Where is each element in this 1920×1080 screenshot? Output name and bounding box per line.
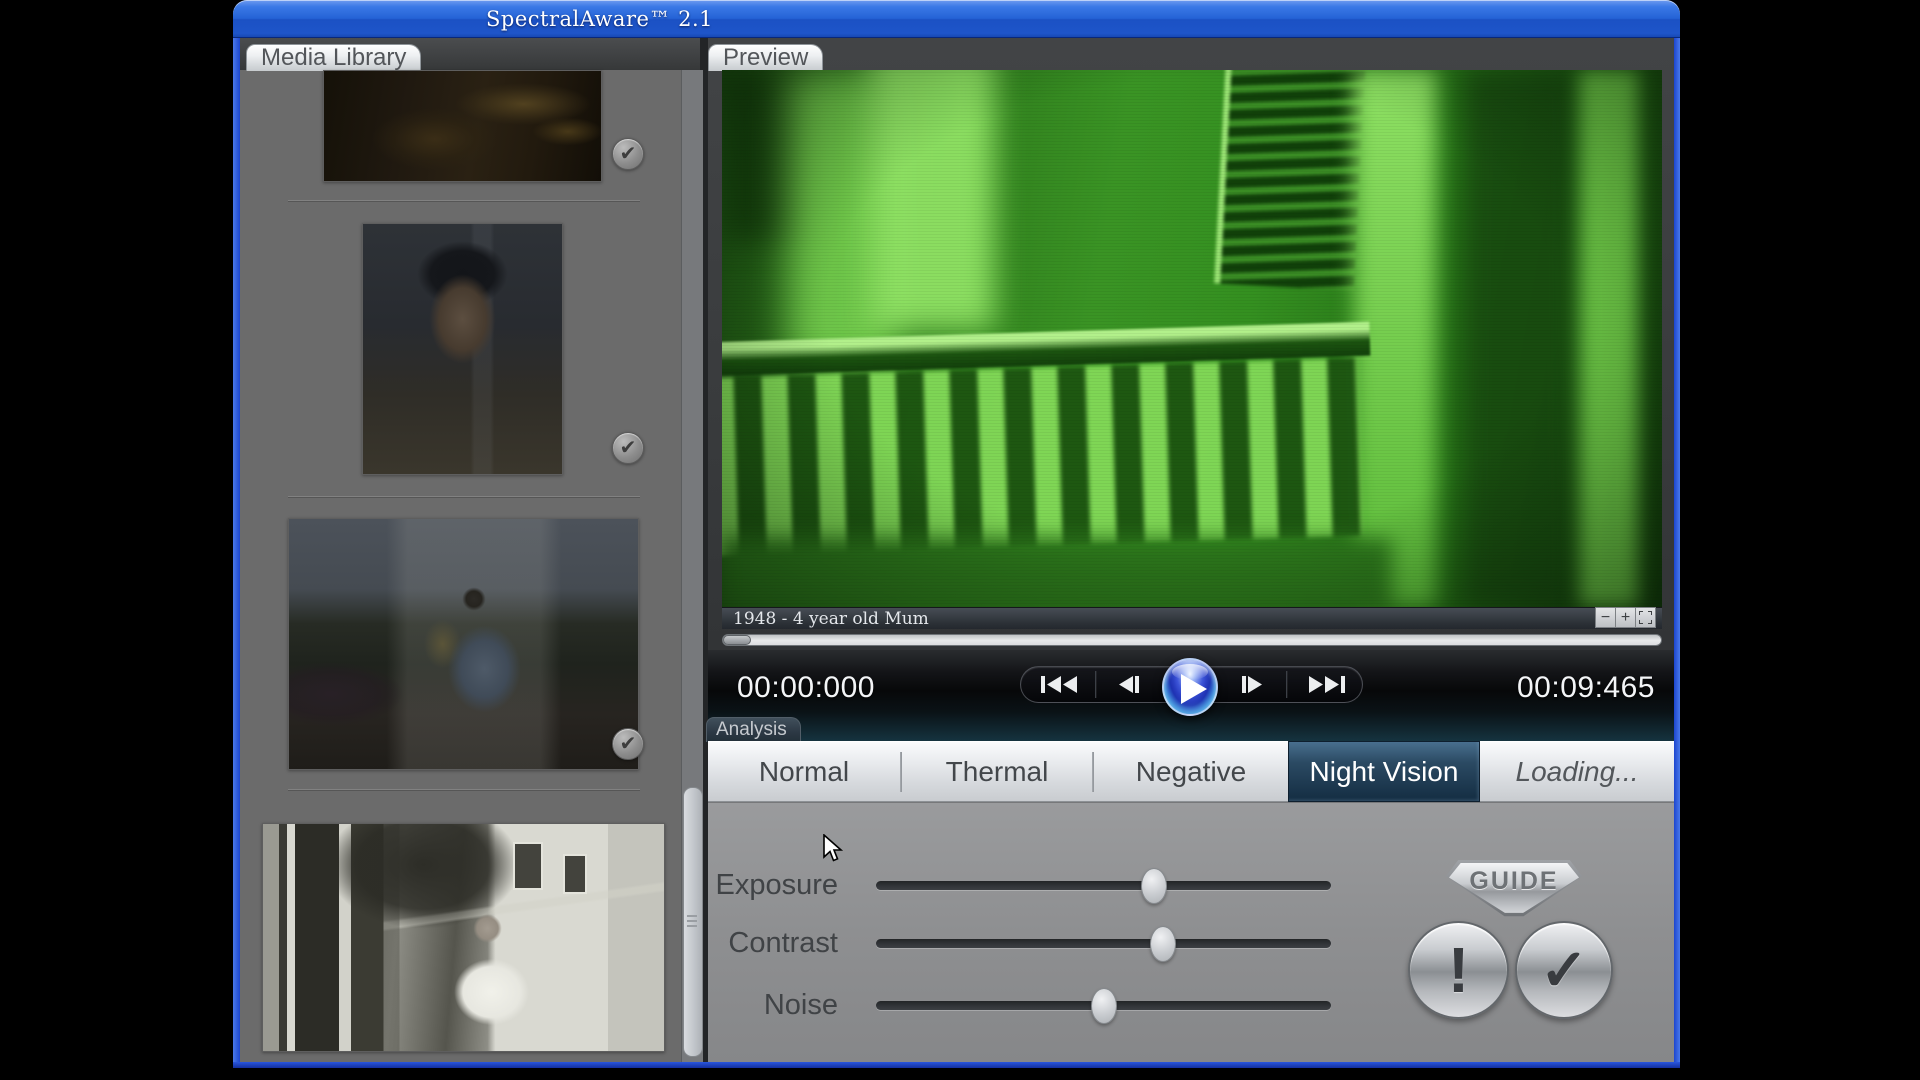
mode-button-loading[interactable]: Loading... — [1480, 741, 1674, 802]
frame-forward-icon — [1240, 676, 1264, 693]
transport-separator — [1286, 671, 1287, 698]
alert-icon: ! — [1448, 933, 1469, 1007]
thumbnail-check-badge[interactable]: ✔ — [612, 728, 644, 760]
list-divider — [288, 200, 640, 202]
skip-to-end-icon — [1307, 676, 1345, 693]
fullscreen-icon — [1639, 611, 1652, 624]
analysis-panel — [708, 802, 1674, 1062]
mode-button-thermal[interactable]: Thermal — [902, 741, 1092, 802]
play-icon — [1181, 674, 1207, 704]
library-thumbnail-4[interactable] — [262, 823, 665, 1052]
exposure-slider-track[interactable] — [876, 881, 1331, 890]
mode-button-normal[interactable]: Normal — [708, 741, 900, 802]
photo-window-detail — [563, 854, 587, 894]
window-border-bottom — [233, 1062, 1680, 1068]
scrollbar-grip — [687, 915, 697, 917]
thumbnail-check-badge[interactable]: ✔ — [612, 432, 644, 464]
transport-separator — [1095, 671, 1096, 698]
video-caption-bar: 1948 - 4 year old Mum — [722, 607, 1662, 629]
library-thumbnail-2[interactable] — [362, 223, 563, 475]
slider-label-noise: Noise — [698, 989, 838, 1023]
alert-button[interactable]: ! — [1408, 921, 1509, 1019]
library-thumbnail-1[interactable] — [323, 70, 602, 182]
seek-bar-track[interactable] — [722, 634, 1662, 646]
window-border-right — [1674, 38, 1680, 1062]
tab-media-library[interactable]: Media Library — [246, 44, 421, 71]
list-divider — [288, 789, 640, 791]
zoom-in-button[interactable]: + — [1615, 607, 1636, 628]
confirm-button[interactable]: ✓ — [1515, 921, 1613, 1019]
frame-back-button[interactable] — [1117, 675, 1141, 693]
tab-media-library-label: Media Library — [261, 44, 406, 71]
photo-window-detail — [513, 842, 543, 890]
fullscreen-button[interactable] — [1635, 607, 1656, 628]
contrast-slider-thumb[interactable] — [1150, 926, 1176, 962]
window-border-left — [233, 38, 240, 1062]
screen: SpectralAware™ 2.1 Media Library ✔ ✔ ✔ P… — [0, 0, 1920, 1080]
contrast-slider-track[interactable] — [876, 939, 1331, 948]
tab-preview[interactable]: Preview — [708, 44, 823, 71]
tab-analysis-label: Analysis — [716, 719, 787, 740]
duration-time: 00:09:465 — [1517, 671, 1647, 701]
skip-to-start-icon — [1041, 676, 1079, 693]
play-button[interactable] — [1162, 658, 1218, 716]
noise-slider-thumb[interactable] — [1091, 988, 1117, 1024]
video-caption: 1948 - 4 year old Mum — [733, 609, 929, 629]
tab-preview-label: Preview — [723, 44, 808, 71]
exposure-slider-thumb[interactable] — [1141, 868, 1167, 904]
frame-back-icon — [1117, 676, 1141, 693]
preview-zoom-controls: − + — [1596, 607, 1656, 628]
zoom-out-button[interactable]: − — [1595, 607, 1616, 628]
frame-forward-button[interactable] — [1240, 675, 1264, 693]
mode-button-night-vision[interactable]: Night Vision — [1288, 741, 1480, 802]
library-thumbnail-3[interactable] — [288, 518, 639, 770]
list-divider — [288, 496, 640, 498]
video-viewport[interactable] — [722, 70, 1662, 607]
slider-label-exposure: Exposure — [698, 869, 838, 903]
tab-analysis[interactable]: Analysis — [706, 717, 801, 742]
app-title: SpectralAware™ 2.1 — [486, 7, 713, 31]
seek-bar-thumb[interactable] — [723, 635, 751, 645]
skip-to-start-button[interactable] — [1040, 675, 1080, 693]
skip-to-end-button[interactable] — [1306, 675, 1346, 693]
elapsed-time: 00:00:000 — [737, 671, 867, 701]
check-icon: ✓ — [1540, 936, 1589, 1004]
title-bar[interactable]: SpectralAware™ 2.1 — [233, 0, 1680, 38]
mouse-cursor — [822, 834, 844, 864]
mode-button-negative[interactable]: Negative — [1094, 741, 1288, 802]
thumbnail-check-badge[interactable]: ✔ — [612, 138, 644, 170]
slider-label-contrast: Contrast — [698, 927, 838, 961]
video-vignette — [722, 70, 1662, 607]
